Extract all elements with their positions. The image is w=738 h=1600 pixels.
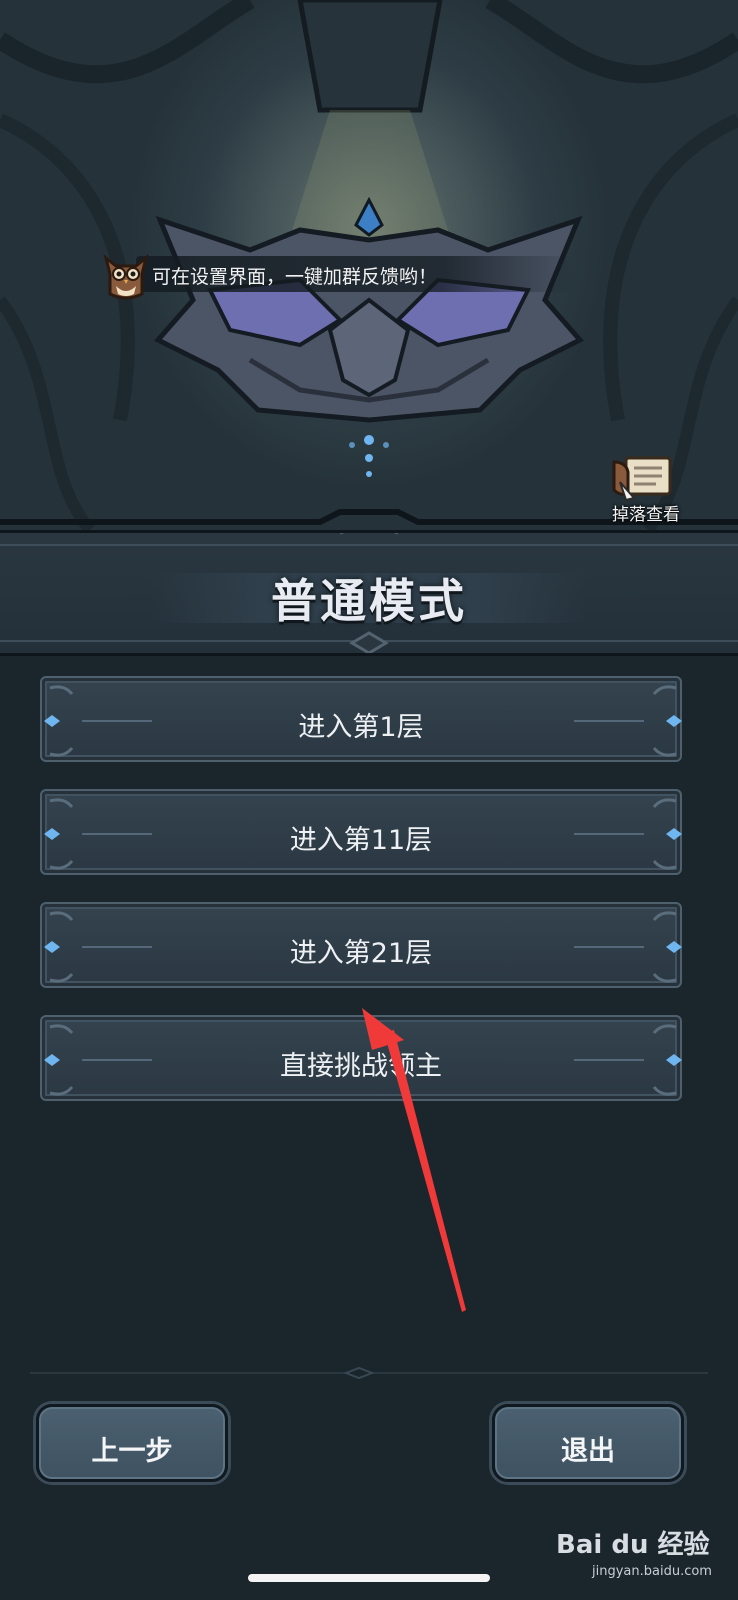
exit-label: 退出 bbox=[561, 1436, 615, 1467]
drop-view-button[interactable]: 掉落查看 bbox=[600, 452, 696, 526]
enter-floor-1-button[interactable]: 进入第1层 bbox=[40, 676, 682, 762]
boss-artwork: 可在设置界面，一键加群反馈哟！ 掉落查看 bbox=[0, 0, 738, 530]
previous-step-label: 上一步 bbox=[91, 1436, 173, 1467]
drop-view-label: 掉落查看 bbox=[612, 505, 680, 525]
floor-button-label: 进入第21层 bbox=[289, 938, 433, 969]
mode-title-band: 普通模式 bbox=[0, 530, 738, 656]
mode-title: 普通模式 bbox=[271, 574, 467, 628]
previous-step-button[interactable]: 上一步 bbox=[36, 1404, 228, 1482]
owl-mascot-icon bbox=[103, 254, 149, 300]
tip-banner: 可在设置界面，一键加群反馈哟！ bbox=[96, 244, 576, 304]
floor-button-label: 直接挑战领主 bbox=[280, 1051, 442, 1082]
tip-text: 可在设置界面，一键加群反馈哟！ bbox=[152, 266, 438, 288]
floor-button-label: 进入第1层 bbox=[298, 712, 424, 743]
watermark-url: jingyan.baidu.com bbox=[592, 1564, 712, 1579]
divider-ornament bbox=[344, 1366, 374, 1380]
floor-button-label: 进入第11层 bbox=[289, 825, 433, 856]
challenge-boss-button[interactable]: 直接挑战领主 bbox=[40, 1015, 682, 1101]
enter-floor-21-button[interactable]: 进入第21层 bbox=[40, 902, 682, 988]
enter-floor-11-button[interactable]: 进入第11层 bbox=[40, 789, 682, 875]
home-indicator[interactable] bbox=[248, 1574, 490, 1582]
watermark-brand: Bai du 经验 bbox=[556, 1530, 710, 1560]
exit-button[interactable]: 退出 bbox=[492, 1404, 684, 1482]
